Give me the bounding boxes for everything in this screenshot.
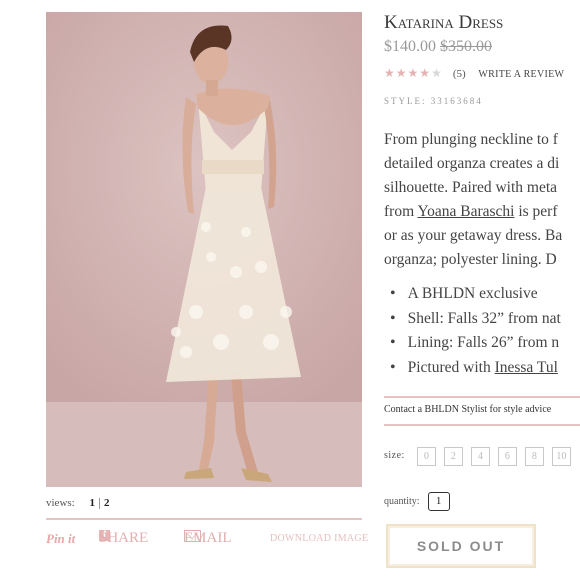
write-review-link[interactable]: WRITE A REVIEW <box>478 69 564 80</box>
description-line: or as your getaway dress. Ba <box>384 227 563 244</box>
designer-link[interactable]: Yoana Baraschi <box>417 203 514 220</box>
contact-stylist-link[interactable]: Contact a BHLDN Stylist for style advice <box>384 404 551 415</box>
feature-item: Shell: Falls 32” from nat <box>390 307 561 332</box>
product-image[interactable] <box>46 12 362 487</box>
star-icon: ★ <box>407 66 420 80</box>
pinit-button[interactable]: Pin it <box>46 531 75 547</box>
size-option[interactable]: 10 <box>551 447 571 466</box>
quantity-input[interactable]: 1 <box>427 492 450 511</box>
share-divider <box>46 518 362 520</box>
size-option[interactable]: 2 <box>443 447 463 466</box>
size-label: size: <box>384 450 405 461</box>
star-empty-icon: ★ <box>431 66 443 80</box>
pictured-with-link[interactable]: Inessa Tul <box>495 359 558 376</box>
feature-item: Pictured with Inessa Tul <box>390 356 561 381</box>
star-icon: ★ <box>395 66 408 80</box>
email-share-label: EMAIL <box>184 530 232 546</box>
sale-price: $140.00 <box>384 38 436 55</box>
star-icon: ★ <box>384 66 396 80</box>
product-title: Katarina Dress <box>384 12 504 33</box>
view-page-1[interactable]: 1 <box>85 497 99 509</box>
description-text: from <box>384 203 415 220</box>
description-line: from Yoana Baraschi is perf <box>384 200 580 224</box>
facebook-share-label: SHARE <box>99 530 149 546</box>
rating-row: ★★★★★ (5) WRITE A REVIEW <box>384 66 564 81</box>
view-page-2[interactable]: 2 <box>100 497 114 509</box>
sold-out-button[interactable]: SOLD OUT <box>386 524 536 568</box>
product-price: $140.00 $350.00 <box>384 38 492 56</box>
feature-item: A BHLDN exclusive <box>390 282 561 307</box>
feature-list: A BHLDN exclusive Shell: Falls 32” from … <box>390 282 561 380</box>
product-description: From plunging neckline to f detailed org… <box>384 128 580 272</box>
description-line: silhouette. Paired with meta <box>384 179 558 196</box>
review-count: (5) <box>452 68 466 80</box>
size-selector: size: 0 2 4 6 8 10 <box>384 447 579 466</box>
size-option[interactable]: 8 <box>524 447 544 466</box>
download-image-link[interactable]: DOWNLOAD IMAGE <box>270 533 368 544</box>
description-line: organza; polyester lining. D <box>384 251 557 268</box>
star-rating: ★★★★★ <box>384 66 447 80</box>
original-price: $350.00 <box>440 38 492 55</box>
description-text: is perf <box>518 203 558 220</box>
star-icon: ★ <box>419 66 432 80</box>
style-number: STYLE: 33163684 <box>384 96 483 106</box>
gallery-views: views: 12 <box>46 497 113 509</box>
quantity-selector: quantity: 1 <box>384 492 450 511</box>
feature-text: Pictured with <box>407 358 491 376</box>
size-option[interactable]: 4 <box>470 447 490 466</box>
stylist-contact-bar: Contact a BHLDN Stylist for style advice <box>384 396 580 426</box>
feature-item: Lining: Falls 26” from n <box>390 331 561 356</box>
model-dress-illustration <box>46 12 362 487</box>
views-label: views: <box>46 497 75 509</box>
size-option[interactable]: 0 <box>416 447 436 466</box>
description-line: detailed organza creates a di <box>384 155 560 172</box>
share-bar: Pin it f SHARE EMAIL DOWNLOAD IMAGE <box>46 530 376 550</box>
quantity-label: quantity: <box>384 496 420 507</box>
size-option[interactable]: 6 <box>497 447 517 466</box>
description-line: From plunging neckline to f <box>384 131 558 148</box>
